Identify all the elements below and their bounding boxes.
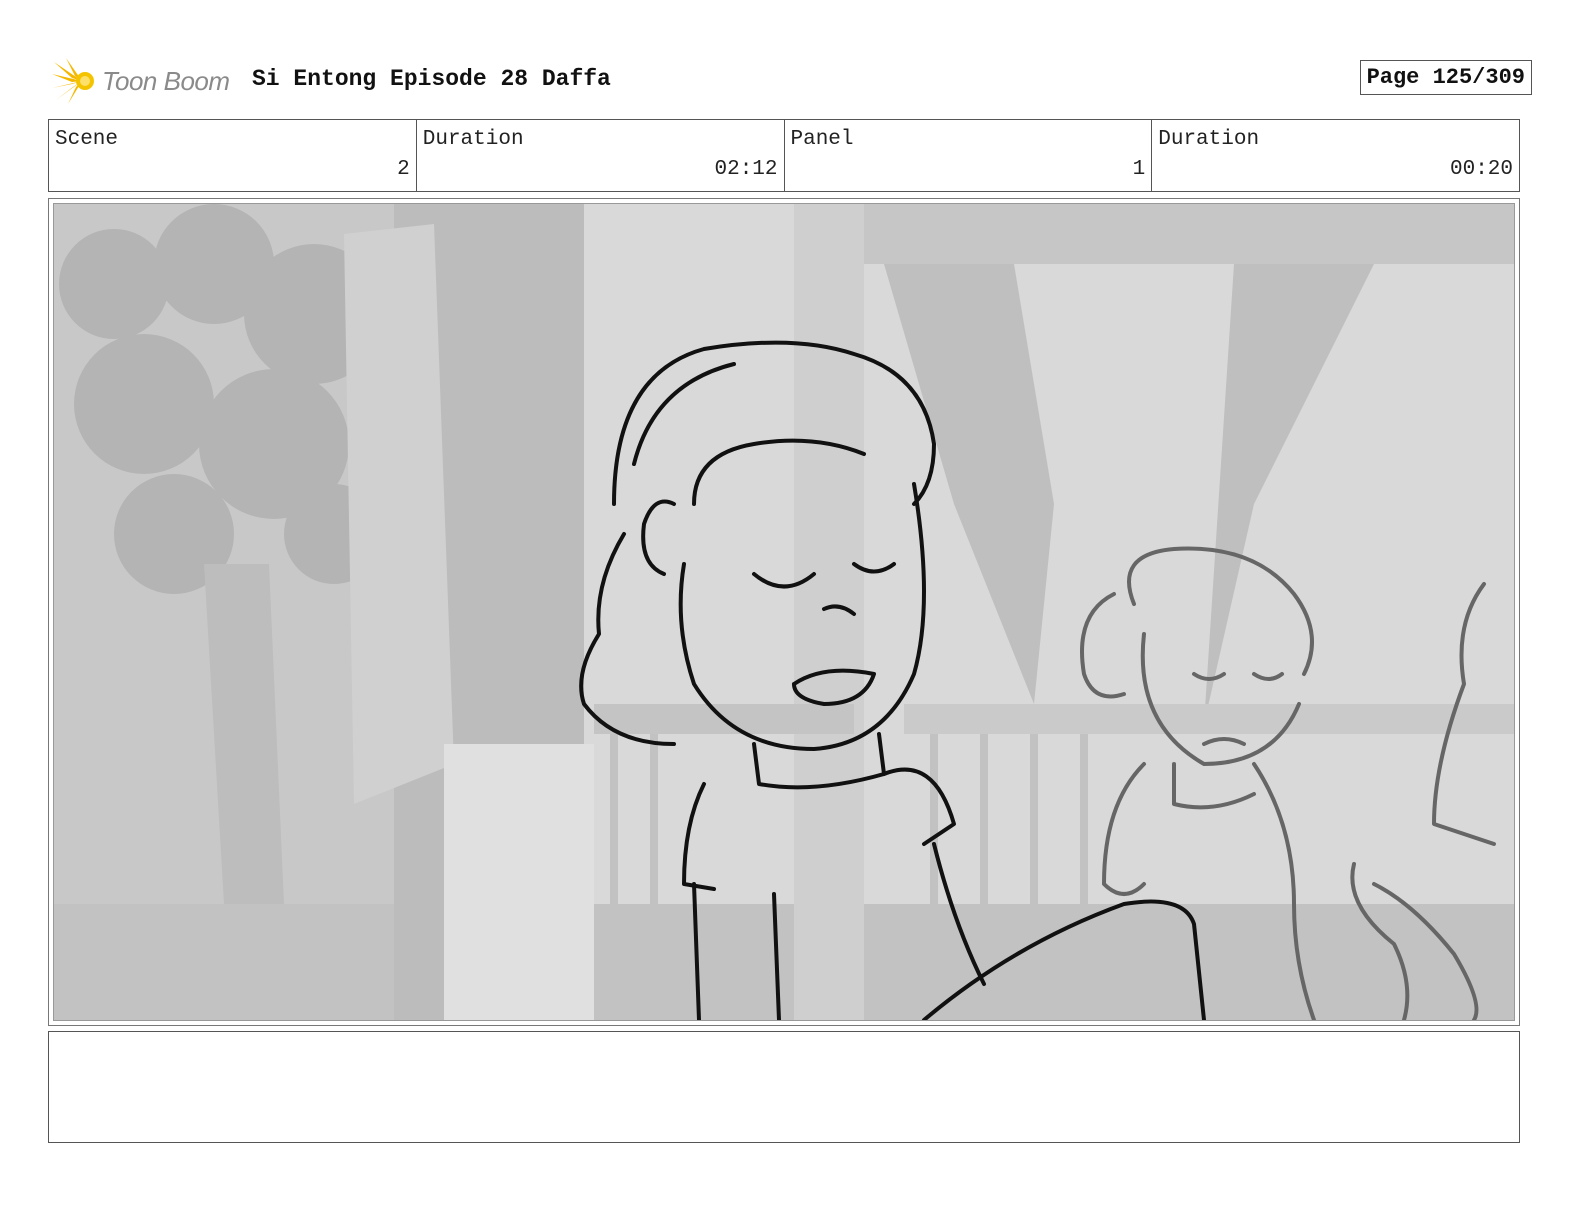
scene-value: 2 — [397, 158, 410, 181]
scene-duration-label: Duration — [422, 128, 524, 151]
panel-value: 1 — [1132, 158, 1146, 181]
toon-boom-logo: Toon Boom — [52, 56, 242, 106]
logo-text: Toon Boom — [102, 65, 230, 96]
document-title: Si Entong Episode 28 Daffa — [252, 66, 611, 92]
sunburst-icon — [52, 58, 94, 104]
panel-cell: Panel 1 — [785, 120, 1153, 191]
scene-duration-value: 02:12 — [714, 158, 778, 181]
scene-duration-cell: Duration 02:12 — [417, 120, 785, 191]
panel-image — [53, 203, 1515, 1021]
panel-notes-box — [48, 1031, 1520, 1143]
storyboard-panel-frame — [48, 198, 1520, 1026]
panel-duration-cell: Duration 00:20 — [1152, 120, 1519, 191]
scene-info-table: Scene 2 Duration 02:12 Panel 1 Duration … — [48, 119, 1520, 192]
panel-duration-label: Duration — [1158, 128, 1260, 151]
scene-cell: Scene 2 — [49, 120, 417, 191]
sketch-illustration — [54, 204, 1514, 1020]
storyboard-header: Toon Boom Si Entong Episode 28 Daffa Pag… — [52, 56, 1532, 106]
panel-duration-value: 00:20 — [1449, 158, 1513, 181]
panel-label: Panel — [790, 128, 854, 151]
page-indicator: Page 125/309 — [1359, 60, 1532, 95]
scene-label: Scene — [55, 128, 119, 151]
